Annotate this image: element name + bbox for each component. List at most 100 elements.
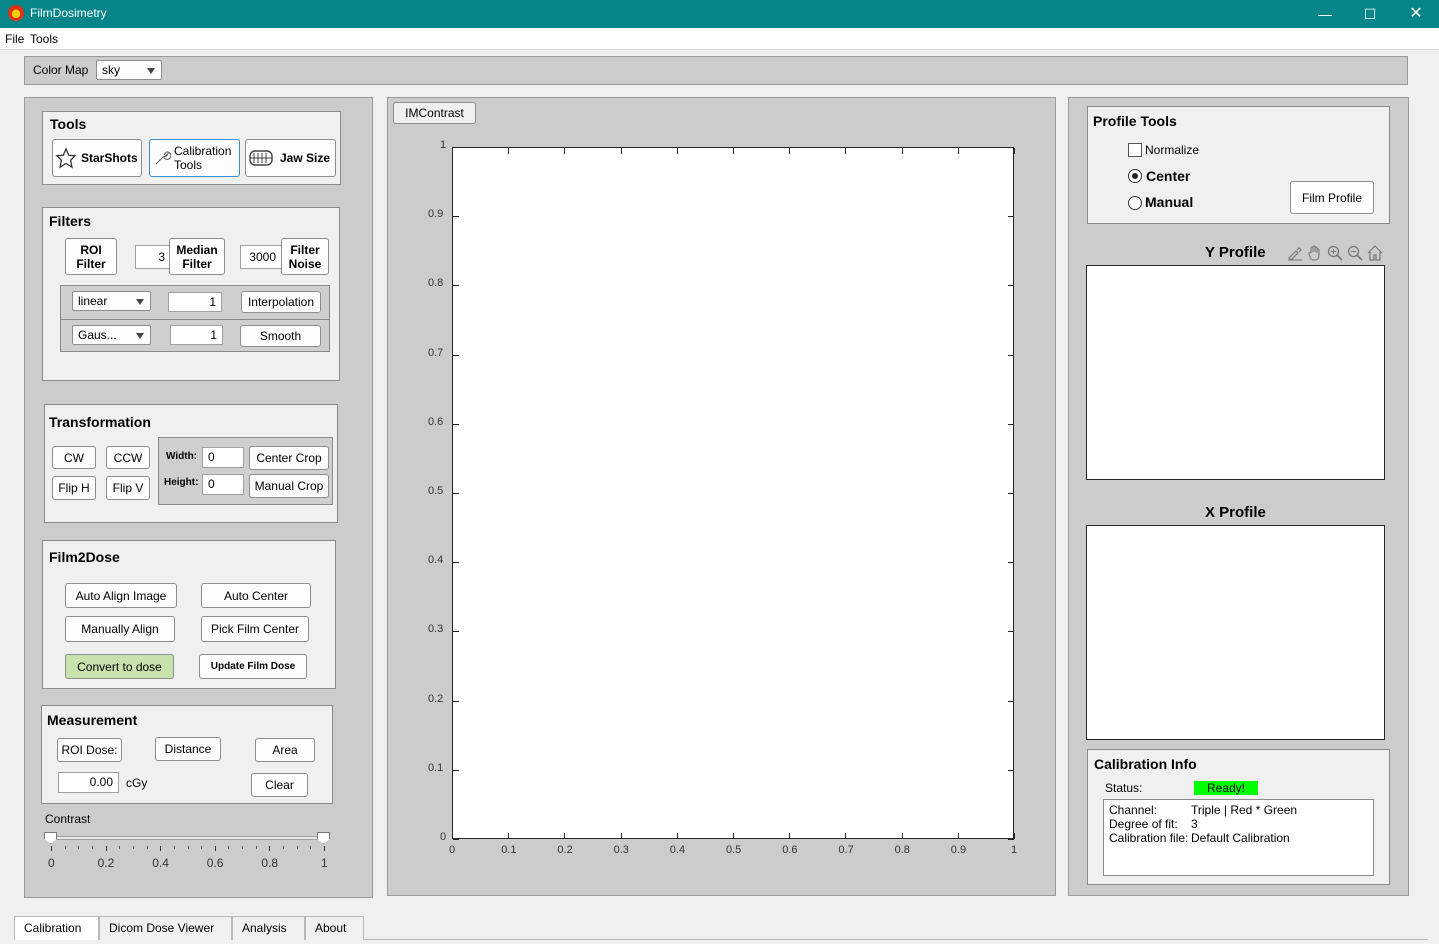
minimize-icon[interactable]: —	[1302, 0, 1348, 28]
pick-film-center-button[interactable]: Pick Film Center	[201, 616, 309, 642]
update-film-dose-button[interactable]: Update Film Dose	[199, 654, 307, 679]
ccw-button[interactable]: CCW	[106, 446, 150, 469]
main-axes[interactable]	[452, 147, 1014, 839]
auto-align-button[interactable]: Auto Align Image	[65, 583, 177, 608]
star-icon	[55, 147, 77, 169]
manual-label: Manual	[1145, 194, 1194, 210]
tab-calibration[interactable]: Calibration	[14, 916, 99, 940]
center-label: Center	[1146, 168, 1191, 184]
x-tick-mark	[676, 148, 678, 154]
smooth-value-field[interactable]: 1	[170, 325, 223, 345]
x-tick-mark	[676, 833, 678, 839]
x-tick-label: 0.5	[726, 844, 742, 856]
contrast-tick-label: 0.8	[261, 856, 279, 870]
y-profile-axes[interactable]	[1086, 265, 1385, 480]
y-tick-mark	[453, 423, 459, 425]
tab-analysis[interactable]: Analysis	[232, 916, 305, 940]
smooth-button[interactable]: Smooth	[240, 325, 321, 347]
contrast-minor-tick	[119, 846, 121, 849]
contrast-minor-tick	[187, 846, 189, 849]
close-icon[interactable]: ✕	[1393, 0, 1439, 28]
y-tick-mark	[453, 493, 459, 494]
radio-dot	[1132, 173, 1138, 179]
starshots-button[interactable]: StarShots	[52, 139, 142, 177]
profile-tools-panel: Profile Tools Normalize Center Manual Fi…	[1087, 106, 1390, 224]
maximize-icon[interactable]: ☐	[1347, 0, 1393, 28]
roi-dose-button[interactable]: ROI Dose:	[57, 738, 122, 762]
filters-panel: Filters ROI Filter 3 Median Filter 3000 …	[42, 207, 340, 381]
roi-filter-button[interactable]: ROI Filter	[65, 238, 117, 275]
area-button[interactable]: Area	[255, 738, 315, 762]
brush-icon[interactable]	[1286, 244, 1304, 262]
film-profile-button[interactable]: Film Profile	[1290, 181, 1374, 214]
x-profile-axes[interactable]	[1086, 525, 1385, 740]
width-field[interactable]: 0	[202, 447, 244, 468]
crop-group: Width: 0 Height: 0 Center Crop Manual Cr…	[158, 437, 333, 505]
x-tick-mark	[789, 833, 791, 839]
dose-value-field: 0.00	[58, 772, 119, 793]
y-tick-mark	[1008, 769, 1014, 771]
center-crop-button[interactable]: Center Crop	[249, 446, 329, 470]
calibration-tools-button[interactable]: Calibration Tools	[149, 139, 240, 177]
manual-radio[interactable]	[1128, 196, 1142, 210]
jaw-icon	[249, 150, 273, 166]
zoom-in-icon[interactable]	[1326, 244, 1344, 262]
contrast-track[interactable]	[50, 836, 324, 840]
tab-about[interactable]: About	[305, 916, 364, 940]
smooth-method-dropdown[interactable]: Gaus...	[72, 325, 151, 345]
contrast-tick-label: 0	[48, 856, 55, 870]
y-tick-label: 0.7	[428, 346, 444, 359]
contrast-minor-tick	[78, 846, 80, 849]
manually-align-button[interactable]: Manually Align	[65, 616, 175, 642]
imcontrast-button[interactable]: IMContrast	[393, 102, 476, 124]
tab-dicom-dose-viewer[interactable]: Dicom Dose Viewer	[99, 916, 232, 940]
auto-center-button[interactable]: Auto Center	[201, 583, 311, 608]
median-filter-button[interactable]: Median Filter	[169, 238, 225, 275]
distance-button[interactable]: Distance	[155, 737, 221, 761]
noise-value-field[interactable]: 3000	[240, 245, 282, 269]
height-field[interactable]: 0	[202, 474, 244, 495]
normalize-checkbox[interactable]	[1128, 143, 1142, 157]
flip-h-button[interactable]: Flip H	[52, 476, 96, 500]
x-tick-label: 0.1	[501, 844, 517, 856]
zoom-out-icon[interactable]	[1346, 244, 1364, 262]
status-value: Ready!	[1194, 781, 1258, 795]
y-profile-title: Y Profile	[1205, 244, 1266, 261]
jaw-size-label: Jaw Size	[280, 151, 331, 165]
flip-v-button[interactable]: Flip V	[106, 476, 150, 500]
home-icon[interactable]	[1366, 244, 1384, 262]
jaw-size-button[interactable]: Jaw Size	[245, 139, 336, 177]
contrast-minor-tick	[242, 846, 244, 849]
pan-icon[interactable]	[1306, 244, 1324, 262]
menu-file[interactable]: File	[5, 32, 24, 46]
x-tick-mark	[901, 833, 903, 839]
interp-method-dropdown[interactable]: linear	[72, 291, 151, 311]
contrast-minor-tick	[228, 846, 230, 849]
filter-noise-button[interactable]: Filter Noise	[281, 238, 329, 275]
film2dose-panel: Film2Dose Auto Align Image Auto Center M…	[42, 540, 336, 689]
colormap-dropdown[interactable]: sky	[96, 60, 162, 80]
y-tick-label: 0.2	[428, 692, 444, 705]
interpolation-button[interactable]: Interpolation	[241, 291, 321, 313]
chevron-down-icon	[136, 299, 144, 305]
x-tick-mark	[508, 148, 510, 154]
width-label: Width:	[166, 451, 198, 462]
menu-tools[interactable]: Tools	[30, 32, 58, 46]
interp-method-value: linear	[78, 294, 108, 308]
contrast-minor-tick	[283, 846, 285, 849]
calibration-line2: Tools	[174, 158, 203, 172]
manual-crop-button[interactable]: Manual Crop	[249, 474, 329, 498]
median-value-field[interactable]: 3	[135, 245, 171, 269]
cw-button[interactable]: CW	[52, 446, 96, 469]
tools-panel: Tools StarShots Calibration Tools Jaw Siz…	[42, 111, 341, 185]
y-tick-label: 0.9	[428, 208, 444, 221]
x-tick-mark	[564, 148, 566, 154]
clear-button[interactable]: Clear	[251, 773, 308, 797]
contrast-tick-mark	[160, 846, 162, 851]
x-tick-label: 0	[449, 844, 456, 856]
convert-to-dose-button[interactable]: Convert to dose	[65, 654, 174, 679]
interp-value-field[interactable]: 1	[168, 292, 222, 312]
contrast-tick-label: 0.6	[206, 856, 224, 870]
center-radio[interactable]	[1128, 169, 1142, 183]
contrast-minor-tick	[173, 846, 175, 849]
